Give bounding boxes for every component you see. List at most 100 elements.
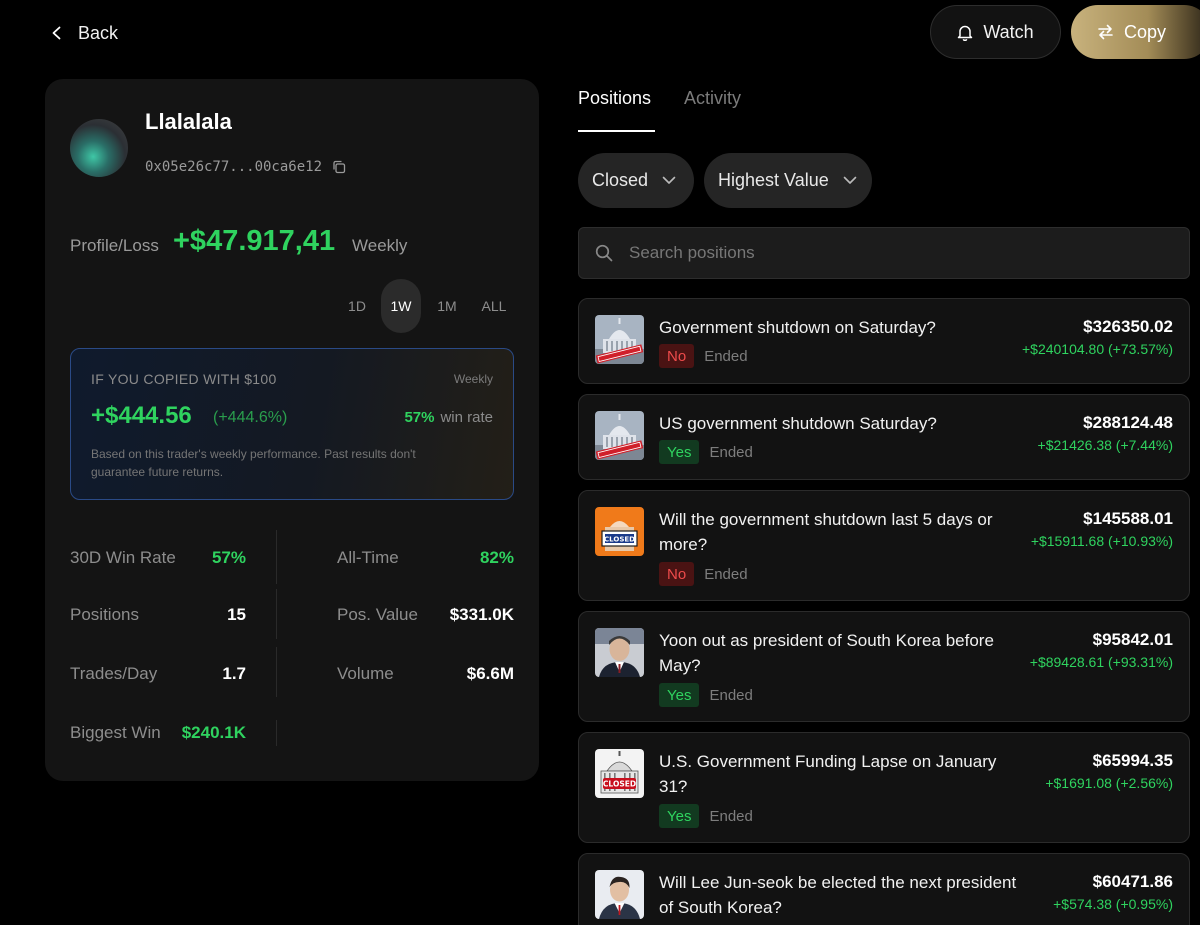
win-rate-label: win rate [440, 409, 493, 426]
position-title: US government shutdown Saturday? [659, 414, 937, 433]
outcome-badge: No [659, 344, 695, 368]
position-title: Will Lee Jun-seok be elected the next pr… [659, 873, 1017, 917]
stat-volume: Volume $6.6M [337, 663, 514, 685]
position-status: Ended [709, 443, 753, 461]
pl-label: Profile/Loss [70, 236, 159, 255]
copy-sim-win-rate: 57% win rate [404, 409, 493, 426]
position-title: Yoon out as president of South Korea bef… [659, 631, 994, 675]
person-portrait-icon [595, 870, 644, 919]
position-title: Government shutdown on Saturday? [659, 318, 936, 337]
range-all[interactable]: ALL [473, 279, 515, 333]
stats-divider [276, 530, 277, 584]
stat-value: 15 [227, 605, 246, 624]
search-icon [595, 244, 613, 262]
search-bar [578, 227, 1190, 279]
search-input[interactable] [629, 243, 1149, 263]
copy-trader-button[interactable]: Copy [1071, 5, 1200, 59]
position-meta: No Ended [659, 562, 748, 586]
stats-divider [276, 647, 277, 697]
stat-value: $6.6M [466, 664, 514, 683]
position-status: Ended [709, 807, 753, 825]
capitol-closed-icon [595, 411, 644, 460]
person-portrait-icon [595, 628, 644, 677]
position-status: Ended [704, 565, 748, 583]
position-change: +$1691.08 (+2.56%) [1045, 775, 1173, 791]
wallet-address: 0x05e26c77...00ca6e12 [145, 159, 346, 175]
stat-label: Biggest Win [70, 723, 161, 742]
stat-trades-per-day: Trades/Day 1.7 [70, 663, 246, 685]
active-tab-indicator [578, 130, 655, 132]
chevron-down-icon [843, 176, 857, 184]
stat-biggest-win: Biggest Win $240.1K [70, 722, 246, 744]
position-change: +$89428.61 (+93.31%) [1029, 654, 1173, 670]
outcome-badge: No [659, 562, 695, 586]
pl-period: Weekly [352, 236, 408, 255]
position-card[interactable]: Will Lee Jun-seok be elected the next pr… [578, 853, 1190, 925]
stat-value: 1.7 [222, 664, 246, 683]
position-card[interactable]: US government shutdown Saturday? Yes End… [578, 394, 1190, 480]
position-change: +$240104.80 (+73.57%) [1021, 341, 1173, 357]
stat-label: Trades/Day [70, 664, 158, 683]
position-card[interactable]: CLOSED Will the government shutdown last… [578, 490, 1190, 601]
stat-label: Positions [70, 605, 139, 624]
win-rate-value: 57% [404, 409, 435, 426]
position-change: +$21426.38 (+7.44%) [1037, 437, 1173, 453]
position-card[interactable]: Government shutdown on Saturday? No Ende… [578, 298, 1190, 384]
position-title: U.S. Government Funding Lapse on January… [659, 752, 997, 796]
svg-text:CLOSED: CLOSED [603, 780, 636, 789]
chevron-left-icon [52, 26, 61, 40]
position-value: $95842.01 [1092, 630, 1173, 649]
stat-value: $240.1K [181, 723, 246, 742]
range-1w[interactable]: 1W [381, 279, 421, 333]
stat-positions: Positions 15 [70, 604, 246, 626]
outcome-badge: Yes [659, 804, 700, 828]
copy-address-icon[interactable] [332, 160, 346, 174]
disclaimer-note: Based on this trader's weekly performanc… [91, 447, 416, 479]
stat-label: Pos. Value [337, 605, 418, 624]
range-1d[interactable]: 1D [339, 279, 375, 333]
position-card[interactable]: CLOSED U.S. Government Funding Lapse on … [578, 732, 1190, 843]
stat-value: 82% [479, 548, 514, 567]
stat-value: 57% [211, 548, 246, 567]
position-value: $145588.01 [1083, 509, 1173, 528]
avatar [70, 119, 128, 177]
sort-dropdown[interactable]: Highest Value [704, 153, 872, 208]
stat-label: All-Time [337, 548, 399, 567]
position-title: Will the government shutdown last 5 days… [659, 510, 993, 554]
copy-simulation-panel: IF YOU COPIED WITH $100 Weekly +$444.56 … [70, 348, 514, 500]
copy-sim-amount: +$444.56 [91, 402, 192, 429]
position-card[interactable]: Yoon out as president of South Korea bef… [578, 611, 1190, 722]
copy-label: Copy [1124, 21, 1167, 42]
back-button[interactable]: Back [50, 20, 118, 46]
status-filter-value: Closed [592, 170, 649, 190]
position-meta: No Ended [659, 344, 748, 368]
chevron-down-icon [662, 176, 676, 184]
outcome-badge: Yes [659, 683, 700, 707]
tab-positions[interactable]: Positions [578, 88, 651, 109]
watch-label: Watch [983, 21, 1034, 42]
position-status: Ended [709, 686, 753, 704]
closed-sign-icon: CLOSED [595, 507, 644, 556]
position-value: $65994.35 [1092, 751, 1173, 770]
range-1m[interactable]: 1M [427, 279, 467, 333]
position-change: +$15911.68 (+10.93%) [1030, 533, 1173, 549]
watch-button[interactable]: Watch [930, 5, 1061, 59]
position-meta: Yes Ended [659, 440, 753, 464]
position-value: $288124.48 [1083, 413, 1173, 432]
position-value: $326350.02 [1083, 317, 1173, 336]
status-filter-dropdown[interactable]: Closed [578, 153, 694, 208]
position-status: Ended [704, 347, 748, 365]
stat-label: Volume [337, 664, 394, 683]
trader-profile-card: Llalalala 0x05e26c77...00ca6e12 Profile/… [45, 79, 539, 781]
stat-value: $331.0K [449, 605, 514, 624]
stat-30d-win-rate: 30D Win Rate 57% [70, 547, 246, 569]
pl-value: +$47.917,41 [173, 225, 336, 257]
tab-activity[interactable]: Activity [684, 88, 741, 109]
position-meta: Yes Ended [659, 804, 753, 828]
position-value: $60471.86 [1092, 872, 1173, 891]
time-range-selector: 1D 1W 1M ALL [339, 279, 515, 333]
position-change: +$574.38 (+0.95%) [1053, 896, 1173, 912]
username: Llalalala [145, 109, 232, 134]
copy-sim-period: Weekly [453, 372, 493, 386]
copy-sim-title: IF YOU COPIED WITH $100 [91, 371, 277, 387]
